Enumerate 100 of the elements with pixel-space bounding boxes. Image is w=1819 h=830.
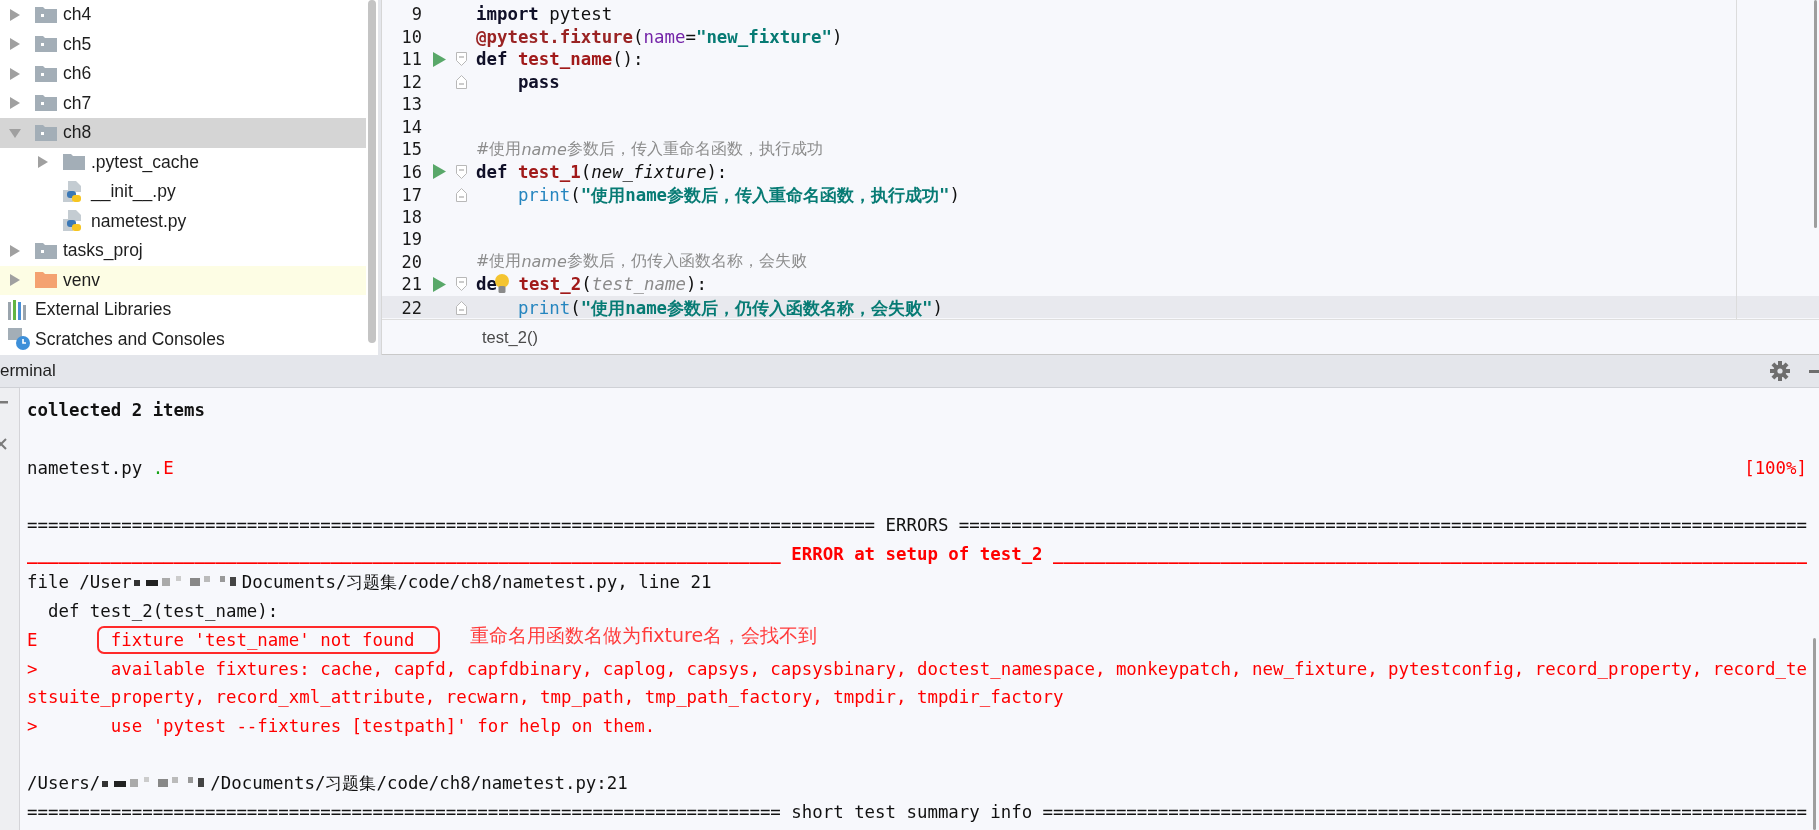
- terminal-text: Documents/习题集/code/ch8/nametest.py, line 21: [241, 571, 712, 595]
- line-number: 17: [401, 185, 422, 205]
- tree-item-label: Scratches and Consoles: [35, 328, 225, 350]
- tree-row[interactable]: ch8: [0, 118, 366, 148]
- code-line: @pytest.fixture(name="new_fixture"): [476, 26, 844, 47]
- folder-icon: [35, 36, 57, 53]
- tree-row[interactable]: venv: [0, 265, 366, 295]
- line-number: 12: [401, 71, 422, 92]
- expand-arrow-icon[interactable]: [8, 7, 22, 22]
- terminal-text: E: [27, 629, 39, 650]
- tree-item-label: ch4: [63, 4, 92, 26]
- terminal-line: > available fixtures: cache, capfd, capfdbinary, caplog, capsys, capsysbinary, doctest_namespace, monkeypatch, new_fixture, pytestconfig, record_property, record_te: [27, 658, 1807, 679]
- tree-item-label: ch8: [63, 122, 92, 144]
- terminal-tab[interactable]: erminal: [0, 361, 56, 381]
- tree-row[interactable]: tasks_proj: [0, 236, 366, 266]
- tree-row[interactable]: ch5: [0, 29, 366, 59]
- folder-icon: [35, 6, 57, 23]
- code-line: def test_name():: [476, 49, 645, 70]
- line-number: 16: [401, 161, 422, 182]
- terminal-text: file /User: [27, 572, 132, 593]
- expand-arrow-icon[interactable]: [8, 96, 22, 111]
- annotation-text: 重命名用函数名做为fixture名，会找不到: [470, 622, 818, 648]
- fold-marker-icon[interactable]: [456, 277, 467, 292]
- folder-icon: [35, 272, 57, 289]
- terminal-line: collected 2 items: [27, 400, 205, 421]
- tree-item-label: .pytest_cache: [91, 151, 199, 173]
- terminal-line: def test_2(test_name):: [46, 601, 279, 622]
- folder-icon: [63, 154, 85, 171]
- code-line: print("使用name参数后，仍传入函数名称，会失败"): [516, 296, 945, 320]
- line-number: 11: [401, 49, 422, 70]
- tree-item-label: ch7: [63, 92, 92, 114]
- line-number: 21: [401, 274, 422, 295]
- fold-marker-icon[interactable]: [456, 52, 467, 67]
- expand-arrow-icon[interactable]: [8, 273, 22, 288]
- tree-row[interactable]: nametest.py: [0, 206, 366, 236]
- scratch-clock-icon: [8, 328, 30, 351]
- tree-item-label: ch6: [63, 63, 92, 85]
- line-number: 18: [401, 206, 422, 227]
- line-number: 13: [401, 94, 422, 115]
- terminal-line: stsuite_property, record_xml_attribute, recwarn, tmp_path, tmp_path_factory, tmpdir, tmpdir_factory: [27, 687, 1064, 708]
- code-text: test_2: [517, 274, 582, 295]
- tree-row[interactable]: External Libraries: [0, 295, 366, 325]
- folder-icon: [35, 65, 57, 82]
- terminal-line: ________________________________________________________________________ ERROR at setup of test_2 ________________________________________________________________________: [27, 543, 1807, 564]
- breadcrumb[interactable]: test_2(): [482, 327, 538, 347]
- line-number: 10: [401, 26, 422, 47]
- code-text: ):: [685, 274, 707, 295]
- code-line: #使用name参数后，仍传入函数名称，会失败: [476, 251, 808, 273]
- terminal-text: /Users/: [27, 773, 101, 794]
- run-icon[interactable]: [432, 164, 446, 180]
- line-number: 14: [401, 116, 422, 137]
- folder-icon: [35, 124, 57, 141]
- code-line: pass: [516, 71, 561, 92]
- code-line: import pytest: [476, 4, 614, 25]
- line-number: 19: [401, 229, 422, 250]
- run-icon[interactable]: [432, 276, 446, 292]
- tree-item-label: External Libraries: [35, 299, 172, 321]
- code-line: print("使用name参数后，传入重命名函数，执行成功"): [516, 184, 962, 207]
- tree-item-label: nametest.py: [91, 210, 187, 232]
- code-text: test_name: [591, 274, 686, 295]
- tree-row[interactable]: ch6: [0, 59, 366, 89]
- line-number: 20: [401, 251, 422, 272]
- tree-row[interactable]: .pytest_cache: [0, 147, 366, 177]
- folder-icon: [35, 242, 57, 259]
- folder-icon: [35, 95, 57, 112]
- tree-row[interactable]: ch4: [0, 0, 366, 30]
- minimize-icon[interactable]: [1809, 369, 1819, 373]
- run-icon[interactable]: [432, 51, 446, 67]
- terminal-line: nametest.py .E: [27, 457, 174, 478]
- tree-item-label: tasks_proj: [63, 240, 143, 262]
- scrollbar[interactable]: [368, 0, 376, 343]
- terminal-line: ================================================================================= ERRORS =================================================================================: [27, 515, 1807, 536]
- terminal-text: [100%]: [1744, 457, 1807, 478]
- fold-marker-icon[interactable]: [456, 74, 467, 89]
- terminal-line: ======================================================================== short test summary info =========================================================================: [27, 801, 1807, 822]
- terminal-line: > use 'pytest --fixtures [testpath]' for help on them.: [27, 715, 656, 736]
- scrollbar[interactable]: [1813, 638, 1816, 830]
- line-number: 22: [401, 297, 422, 318]
- expand-arrow-icon[interactable]: [8, 37, 22, 52]
- code-line: #使用name参数后，传入重命名函数，执行成功: [476, 138, 824, 160]
- line-number: 15: [401, 139, 422, 160]
- expand-arrow-icon[interactable]: [36, 155, 50, 170]
- scrollbar[interactable]: [1814, 0, 1817, 228]
- fold-marker-icon[interactable]: [456, 164, 467, 179]
- code-line: def test_1(new_fixture):: [476, 161, 729, 182]
- line-number: 9: [411, 4, 422, 25]
- code-text: de: [476, 274, 497, 295]
- settings-icon[interactable]: [1770, 361, 1790, 381]
- tree-item-label: venv: [63, 269, 100, 291]
- code-text: (: [581, 274, 592, 295]
- fold-marker-icon[interactable]: [456, 188, 467, 202]
- expand-arrow-icon[interactable]: [8, 66, 22, 81]
- tree-item-label: __init__.py: [91, 181, 176, 203]
- fold-marker-icon[interactable]: [456, 300, 467, 315]
- circled-error-text: fixture 'test_name' not found: [96, 625, 441, 654]
- expand-arrow-icon[interactable]: [8, 243, 22, 258]
- tree-row[interactable]: Scratches and Consoles: [0, 324, 366, 354]
- terminal-text: /Documents/习题集/code/ch8/nametest.py:21: [210, 772, 628, 796]
- tree-row[interactable]: __init__.py: [0, 177, 366, 207]
- tree-row[interactable]: ch7: [0, 88, 366, 118]
